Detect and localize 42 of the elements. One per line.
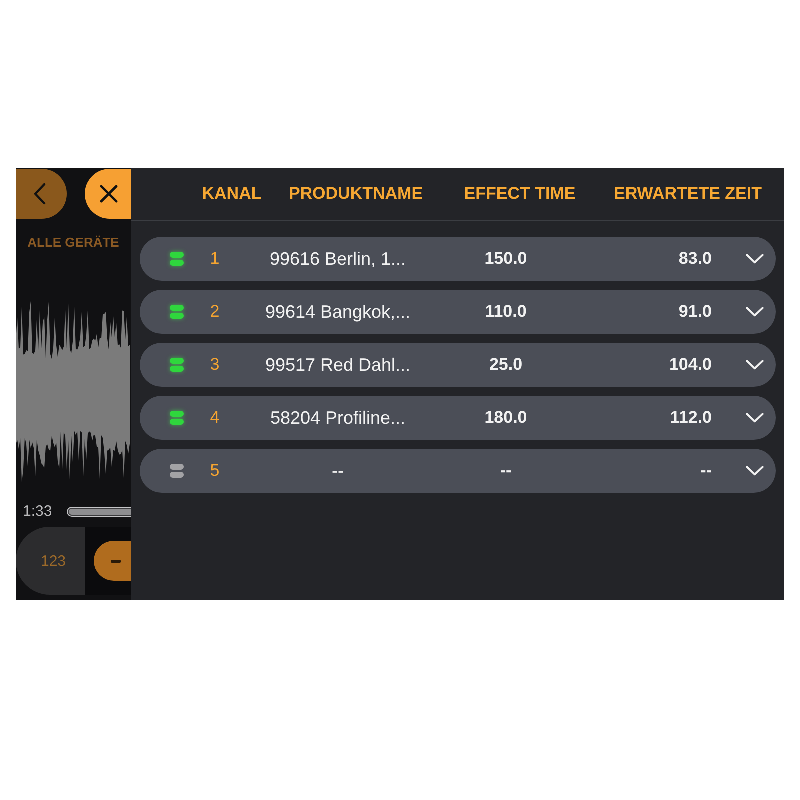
chevron-down-icon[interactable] — [746, 254, 764, 264]
product-name: -- — [332, 460, 344, 482]
channel-number: 5 — [210, 461, 220, 481]
close-button[interactable] — [85, 169, 131, 219]
expected-time: 104.0 — [669, 355, 712, 375]
column-header: ERWARTETE ZEIT — [613, 184, 763, 204]
channel-row[interactable]: 1 99616 Berlin, 1... 150.0 83.0 — [140, 237, 776, 281]
product-name: 99616 Berlin, 1... — [270, 248, 406, 270]
channel-row[interactable]: 3 99517 Red Dahl... 25.0 104.0 — [140, 343, 776, 387]
effect-time: 150.0 — [484, 249, 528, 269]
chevron-down-icon[interactable] — [746, 360, 764, 370]
channel-row[interactable]: 4 58204 Profiline... 180.0 112.0 — [140, 396, 776, 440]
channel-number: 4 — [210, 408, 220, 428]
expected-time: 83.0 — [678, 249, 712, 269]
effect-time: 110.0 — [485, 302, 527, 322]
effect-time: 180.0 — [484, 408, 528, 428]
close-icon — [100, 185, 118, 203]
effect-time: 25.0 — [489, 355, 523, 375]
channel-row[interactable]: 2 99614 Bangkok,... 110.0 91.0 — [140, 290, 776, 334]
product-name: 58204 Profiline... — [270, 408, 406, 428]
chevron-down-icon[interactable] — [746, 307, 764, 317]
expected-time: -- — [700, 461, 712, 481]
column-header: PRODUKTNAME — [288, 184, 424, 204]
column-header: EFFECT TIME — [463, 184, 577, 204]
section-title: ALLE GERÄTE — [28, 235, 120, 251]
minus-button[interactable] — [94, 541, 131, 581]
minus-icon — [110, 560, 120, 562]
chevron-down-icon[interactable] — [746, 466, 764, 476]
channel-number: 3 — [210, 355, 220, 375]
product-name: 99517 Red Dahl... — [265, 354, 411, 376]
effect-time: -- — [500, 461, 512, 481]
back-button[interactable] — [16, 169, 67, 219]
expected-time: 112.0 — [670, 408, 712, 428]
channel-number: 1 — [210, 249, 220, 269]
column-header: KANAL — [201, 184, 263, 204]
expected-time: 91.0 — [678, 302, 712, 322]
channel-number: 2 — [210, 302, 220, 322]
playback-time: 1:33 — [23, 504, 52, 520]
chevron-left-icon — [34, 183, 46, 205]
channel-row[interactable]: 5 -- -- -- — [140, 449, 776, 493]
product-name: 99614 Bangkok,... — [265, 302, 411, 322]
chevron-down-icon[interactable] — [746, 413, 764, 423]
